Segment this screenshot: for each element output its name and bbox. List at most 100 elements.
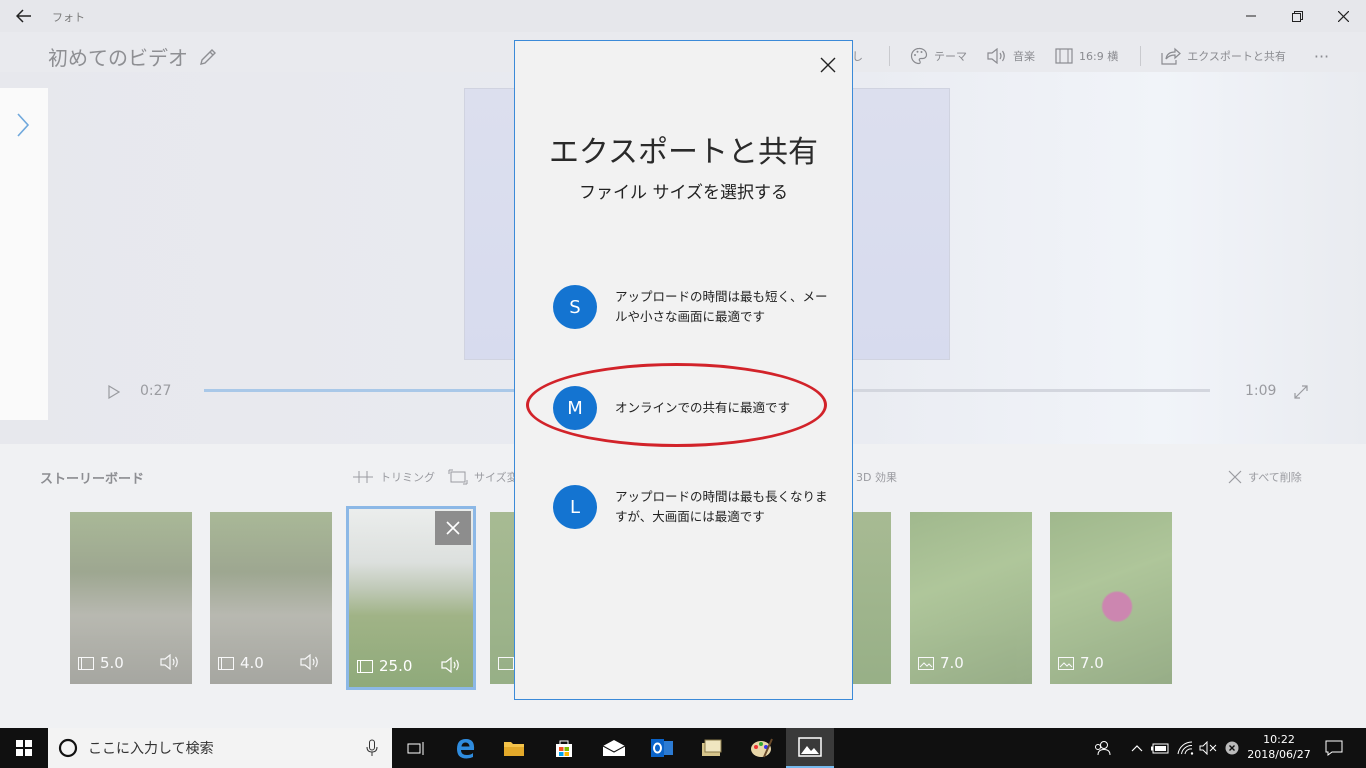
store-button[interactable]: [540, 728, 588, 768]
option-small[interactable]: S アップロードの時間は最も短く、メールや小さな画面に最適です: [553, 285, 833, 329]
option-large-text: アップロードの時間は最も長くなりますが、大画面には最適です: [615, 489, 828, 524]
start-button[interactable]: [0, 728, 48, 768]
documents-icon: [702, 739, 722, 756]
storyboard-clip-selected[interactable]: 25.0: [346, 506, 476, 690]
media-panel: [0, 88, 48, 420]
volume-indicator[interactable]: [1198, 728, 1220, 768]
trim-label: トリミング: [380, 471, 435, 484]
close-circle-icon: [1225, 741, 1239, 755]
chevron-right-icon[interactable]: [15, 112, 31, 138]
close-icon: [1337, 10, 1349, 22]
dialog-close-button[interactable]: [816, 53, 840, 77]
delete-all-button[interactable]: すべて削除: [1228, 469, 1302, 485]
photos-button[interactable]: [786, 728, 834, 768]
storyboard-clip[interactable]: [490, 512, 514, 684]
back-button[interactable]: [8, 4, 40, 28]
title-bar: フォト: [0, 0, 1366, 32]
resize-label: サイズ変: [474, 471, 518, 484]
3d-effects-label: 3D 効果: [856, 471, 897, 484]
export-share-label: エクスポートと共有: [1187, 50, 1286, 63]
more-button[interactable]: ···: [1314, 47, 1329, 66]
export-share-button[interactable]: エクスポートと共有: [1161, 47, 1286, 65]
speaker-icon[interactable]: [441, 657, 461, 673]
outlook-icon: [651, 739, 673, 757]
theme-button[interactable]: テーマ: [910, 47, 967, 65]
restore-button[interactable]: [1274, 0, 1320, 32]
storyboard-title: ストーリーボード: [40, 472, 145, 487]
folder-icon: [504, 742, 524, 756]
task-view-button[interactable]: [392, 728, 440, 768]
clock[interactable]: 10:22 2018/06/27: [1246, 732, 1312, 762]
delete-all-label: すべて削除: [1248, 471, 1302, 484]
battery-icon: [1151, 743, 1169, 753]
aspect-ratio-button[interactable]: 16:9 横: [1055, 48, 1118, 64]
photo-icon: [1058, 656, 1074, 670]
clip-duration: 4.0: [218, 654, 264, 672]
resize-button[interactable]: サイズ変: [448, 469, 518, 485]
storyboard-clip[interactable]: 5.0: [70, 512, 192, 684]
option-small-text: アップロードの時間は最も短く、メールや小さな画面に最適です: [615, 289, 828, 324]
mail-button[interactable]: [590, 728, 638, 768]
close-icon: [820, 57, 836, 73]
storyboard-clip[interactable]: 4.0: [210, 512, 332, 684]
action-center-button[interactable]: [1322, 728, 1346, 768]
speaker-icon[interactable]: [160, 654, 180, 670]
battery-indicator[interactable]: [1150, 728, 1170, 768]
music-button[interactable]: 音楽: [987, 48, 1035, 64]
storyboard-clip[interactable]: 7.0: [910, 512, 1032, 684]
storyboard-clip[interactable]: [853, 512, 891, 684]
clip-duration: 5.0: [78, 654, 124, 672]
option-large-badge: L: [553, 485, 597, 529]
search-box[interactable]: ここに入力して検索: [48, 728, 392, 768]
windows-icon: [16, 740, 32, 756]
aspect-ratio-label: 16:9 横: [1079, 50, 1119, 63]
task-view-icon: [407, 742, 424, 755]
cortana-icon: [58, 738, 78, 758]
close-icon: [446, 521, 460, 535]
edge-button[interactable]: [442, 728, 490, 768]
3d-effects-button[interactable]: 3D 効果: [856, 469, 897, 485]
notification-dismiss-indicator[interactable]: [1222, 728, 1242, 768]
store-icon: [556, 740, 572, 757]
project-title: 初めてのビデオ: [48, 46, 188, 70]
current-time: 0:27: [140, 383, 172, 399]
separator: [889, 46, 890, 66]
remove-clip-button[interactable]: [435, 511, 471, 545]
highlight-annotation: [526, 363, 827, 447]
mail-icon: [602, 740, 626, 756]
trim-button[interactable]: トリミング: [352, 469, 435, 485]
microphone-icon[interactable]: [366, 739, 378, 757]
files-app-button[interactable]: [688, 728, 736, 768]
palette-icon: [910, 47, 928, 65]
share-icon: [1161, 47, 1182, 65]
wifi-indicator[interactable]: [1176, 728, 1196, 768]
outlook-button[interactable]: [638, 728, 686, 768]
people-icon: [1095, 741, 1111, 756]
more-icon: ···: [1313, 46, 1330, 66]
paint-button[interactable]: [738, 728, 786, 768]
pencil-icon[interactable]: [198, 47, 218, 67]
speaker-icon: [987, 48, 1005, 64]
aspect-ratio-icon: [1055, 48, 1073, 64]
storyboard-clip[interactable]: 7.0: [1050, 512, 1172, 684]
dialog-title: エクスポートと共有: [548, 135, 819, 170]
show-hidden-icons-button[interactable]: [1128, 728, 1146, 768]
restore-icon: [1291, 10, 1303, 22]
play-icon[interactable]: [108, 385, 120, 399]
file-explorer-button[interactable]: [490, 728, 538, 768]
close-window-button[interactable]: [1320, 0, 1366, 32]
option-small-badge: S: [553, 285, 597, 329]
fullscreen-icon[interactable]: [1293, 384, 1309, 400]
speaker-icon[interactable]: [300, 654, 320, 670]
photos-icon: [798, 737, 822, 757]
people-button[interactable]: [1090, 728, 1114, 768]
wifi-icon: [1177, 741, 1194, 755]
minimize-button[interactable]: [1228, 0, 1274, 32]
search-placeholder: ここに入力して検索: [88, 741, 214, 757]
trim-icon: [353, 471, 373, 483]
clock-time: 10:22: [1263, 733, 1295, 746]
option-large[interactable]: L アップロードの時間は最も長くなりますが、大画面には最適です: [553, 485, 833, 529]
theme-label: テーマ: [934, 50, 967, 63]
minimize-icon: [1246, 15, 1256, 17]
photo-icon: [498, 657, 514, 670]
